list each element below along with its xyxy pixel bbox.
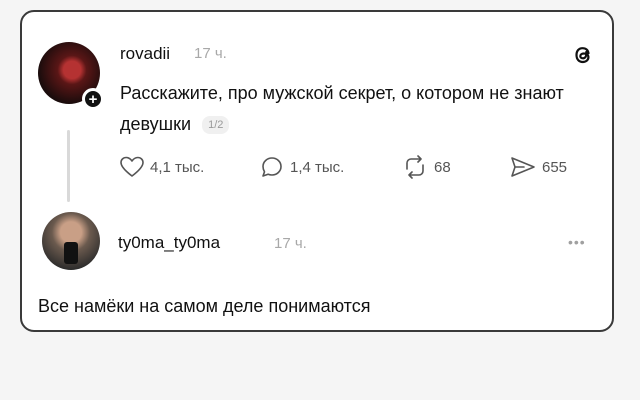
reply-timestamp: 17 ч. <box>274 235 307 252</box>
repost-button[interactable]: 68 <box>402 154 451 180</box>
share-count: 655 <box>542 158 568 176</box>
share-button[interactable]: 655 <box>510 154 567 180</box>
repost-count: 68 <box>434 158 451 176</box>
paper-plane-icon <box>511 157 535 177</box>
more-dots-icon[interactable]: ••• <box>568 234 586 250</box>
thread-card: + rovadii 17 ч. Расскажите, про мужской … <box>20 10 614 332</box>
repost-icon <box>406 155 424 179</box>
follow-plus-icon[interactable]: + <box>82 88 104 110</box>
post-text: Расскажите, про мужской секрет, о которо… <box>120 83 564 134</box>
post-actions: 4,1 тыс. 1,4 тыс. 68 655 <box>120 154 580 180</box>
comment-count: 1,4 тыс. <box>290 158 345 176</box>
phone-shape <box>64 242 78 264</box>
post-timestamp: 17 ч. <box>194 45 227 62</box>
page-counter: 1/2 <box>202 116 230 135</box>
comment-button[interactable]: 1,4 тыс. <box>260 154 344 180</box>
post-username[interactable]: rovadii <box>120 44 170 64</box>
threads-logo-icon[interactable] <box>570 42 596 68</box>
heart-icon <box>120 156 144 177</box>
like-count: 4,1 тыс. <box>150 158 205 176</box>
thread-connector-line <box>67 130 70 202</box>
reply-username[interactable]: ty0ma_ty0ma <box>118 233 220 253</box>
reply-author-avatar[interactable] <box>42 212 100 270</box>
post-body: Расскажите, про мужской секрет, о которо… <box>120 78 580 140</box>
speech-bubble-icon <box>262 157 282 177</box>
like-button[interactable]: 4,1 тыс. <box>120 154 204 180</box>
reply-text: Все намёки на самом деле понимаются <box>38 296 371 316</box>
